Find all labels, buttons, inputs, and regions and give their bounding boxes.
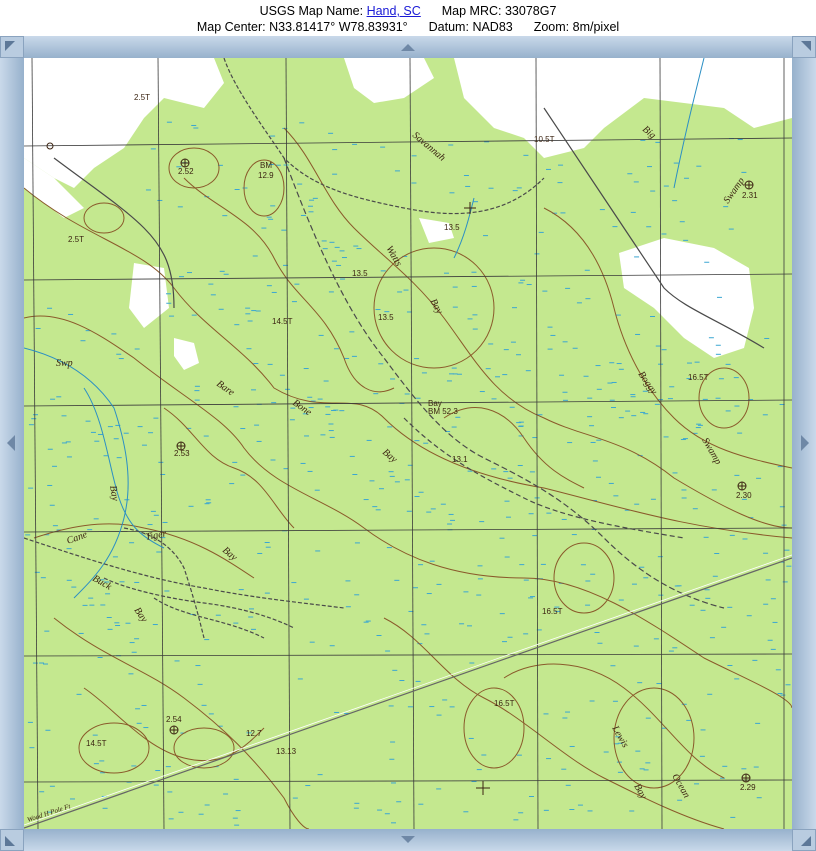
topo-map-canvas[interactable]: Savannah Big Swamp Watts Bay Bare Bone B… <box>24 58 792 829</box>
center-lon: W78.83931° <box>338 20 408 34</box>
label-bay-bm: Bay <box>428 399 442 408</box>
mrc-value: 33078G7 <box>504 4 557 18</box>
elev-252: 2.52 <box>178 167 194 176</box>
label-bay-watts: Bay <box>427 297 445 316</box>
label-bm-top: BM <box>260 161 272 170</box>
clearing-small-1 <box>174 338 199 370</box>
map-name-link[interactable]: Hand, SC <box>367 4 421 18</box>
label-ocean: Ocean <box>669 772 692 800</box>
elev-165c: 16.5T <box>688 373 709 382</box>
datum-label: Datum: <box>428 20 469 34</box>
label-bay-left: Bay <box>107 485 121 503</box>
map-info-header: USGS Map Name: Hand, SC Map MRC: 33078G7… <box>0 0 816 36</box>
label-lewis: Lewis <box>609 723 631 750</box>
datum-value: NAD83 <box>472 20 513 34</box>
pan-southeast-button[interactable] <box>792 829 816 851</box>
elev-253: 2.53 <box>174 449 190 458</box>
elev-165: 16.5T <box>542 607 563 616</box>
pan-east-arrow-icon[interactable] <box>801 435 809 451</box>
elev-229: 2.29 <box>740 783 756 792</box>
clearing-left-mid <box>129 263 169 328</box>
elev-135: 13.5 <box>352 269 368 278</box>
clearings <box>24 58 792 370</box>
elev-257: 2.5T <box>134 93 150 102</box>
mrc-label: Map MRC: <box>441 4 502 18</box>
label-buck: Buck <box>91 573 114 593</box>
elev-1313: 13.13 <box>276 747 297 756</box>
elev-1057: 10.5T <box>534 135 555 144</box>
label-boggy: Boggy <box>636 369 660 397</box>
elev-165b: 16.5T <box>494 699 515 708</box>
label-bare: Bare <box>214 378 236 398</box>
elev-257b: 2.5T <box>68 235 84 244</box>
label-bm-center: BM 52.3 <box>428 407 458 416</box>
elev-135b: 13.5 <box>378 313 394 322</box>
elev-131: 13.1 <box>452 455 468 464</box>
pan-west-arrow-icon[interactable] <box>7 435 15 451</box>
clearing-top-center <box>344 58 434 103</box>
clearing-top-right <box>454 58 792 158</box>
map-name-row: USGS Map Name: Hand, SC Map MRC: 33078G7 <box>0 0 816 19</box>
elev-1457a: 14.5T <box>272 317 293 326</box>
label-swp: Swp <box>56 358 73 369</box>
pan-northwest-button[interactable] <box>0 36 24 58</box>
clearing-right-mid <box>619 238 754 358</box>
elev-1457b: 14.5T <box>86 739 107 748</box>
elev-254: 2.54 <box>166 715 182 724</box>
elev-127: 12.7 <box>246 729 262 738</box>
label-big: Big <box>640 124 658 141</box>
elev-230: 2.30 <box>736 491 752 500</box>
pan-south-arrow-icon[interactable] <box>401 836 415 843</box>
label-bay-bone: Bay <box>380 447 399 466</box>
label-bay-buck: Bay <box>132 605 150 625</box>
label-bay-tiger: Bay <box>220 545 239 564</box>
pan-north-arrow-icon[interactable] <box>401 44 415 51</box>
map-name-label: USGS Map Name: <box>259 4 364 18</box>
zoom-value: 8m/pixel <box>572 20 620 34</box>
benchmark-markers <box>46 142 754 795</box>
map-center-row: Map Center: N33.81417° W78.83931° Datum:… <box>0 19 816 35</box>
label-bone: Bone <box>290 397 314 418</box>
label-tiger: Tiger <box>145 528 168 543</box>
elev-231: 2.31 <box>742 191 758 200</box>
label-savannah: Savannah <box>410 130 447 164</box>
zoom-label: Zoom: <box>533 20 570 34</box>
label-bm-top-val: 12.9 <box>258 171 274 180</box>
label-watts: Watts <box>383 244 404 269</box>
pan-northeast-button[interactable] <box>792 36 816 58</box>
elev-135c: 13.5 <box>444 223 460 232</box>
center-label: Map Center: <box>196 20 266 34</box>
marsh-symbols <box>25 121 792 826</box>
center-lat: N33.81417° <box>269 20 336 34</box>
clearing-top-left <box>24 58 224 188</box>
contour-lines <box>24 127 792 829</box>
map-labels: Savannah Big Swamp Watts Bay Bare Bone B… <box>26 93 758 824</box>
topo-map-svg: Savannah Big Swamp Watts Bay Bare Bone B… <box>24 58 792 829</box>
label-swamp-right: Swamp <box>699 436 723 467</box>
map-frame: Savannah Big Swamp Watts Bay Bare Bone B… <box>0 36 816 851</box>
pan-southwest-button[interactable] <box>0 829 24 851</box>
